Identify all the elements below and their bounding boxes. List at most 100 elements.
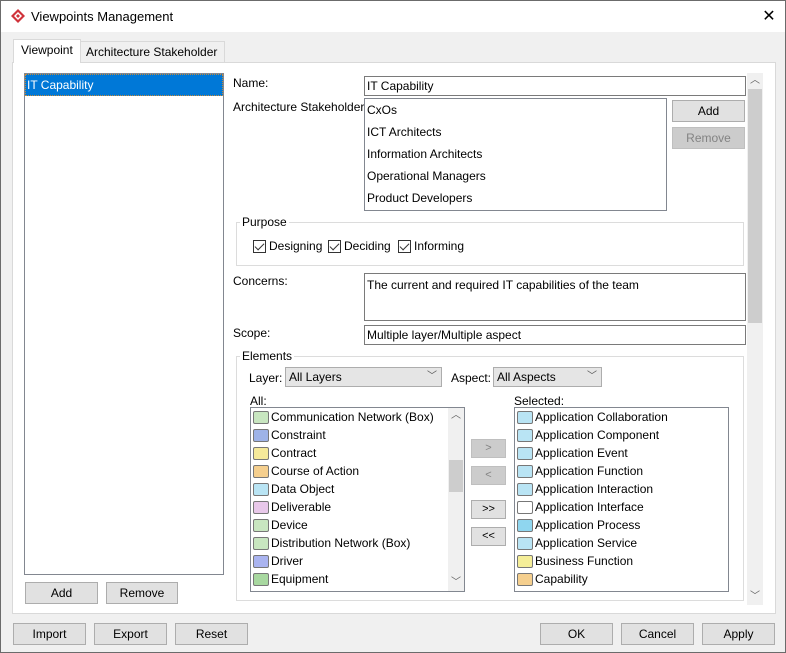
cancel-button[interactable]: Cancel	[621, 623, 694, 645]
application-collaboration-icon	[517, 410, 533, 424]
checkbox-checked-icon[interactable]	[398, 239, 411, 253]
aspect-value: All Aspects	[497, 370, 556, 384]
checkbox-checked-icon[interactable]	[328, 239, 341, 253]
stakeholder-item[interactable]: Product Developers	[365, 187, 666, 209]
move-left-button[interactable]: <	[471, 466, 506, 485]
add-stakeholder-button[interactable]: Add	[672, 100, 745, 122]
stakeholder-item[interactable]: Information Architects	[365, 143, 666, 165]
name-input[interactable]: IT Capability	[364, 76, 746, 96]
constraint-icon	[253, 428, 269, 442]
export-button[interactable]: Export	[94, 623, 167, 645]
viewpoint-list-item[interactable]: IT Capability	[25, 74, 223, 96]
element-label: Deliverable	[271, 500, 332, 514]
tab-architecture-stakeholder[interactable]: Architecture Stakeholder	[78, 41, 226, 63]
move-all-right-button[interactable]: >>	[471, 500, 506, 519]
element-label: Capability	[535, 572, 588, 586]
close-icon[interactable]: ✕	[759, 7, 779, 27]
element-list-item[interactable]: Application Collaboration	[515, 408, 728, 426]
element-list-item[interactable]: Contract	[251, 444, 464, 462]
all-elements-list[interactable]: Communication Network (Box) Constraint Con…	[250, 407, 465, 592]
device-icon	[253, 518, 269, 532]
chevron-down-icon: ﹀	[427, 371, 437, 382]
form-scrollbar[interactable]: ︿ ﹀	[747, 73, 763, 605]
scrollbar-thumb[interactable]	[748, 89, 762, 323]
stakeholders-label: Architecture Stakeholders:	[233, 100, 374, 114]
informing-label: Informing	[414, 239, 465, 253]
element-label: Equipment	[271, 572, 329, 586]
designing-checkbox[interactable]: Designing	[253, 239, 322, 253]
element-label: Application Function	[535, 464, 644, 478]
ok-button[interactable]: OK	[540, 623, 613, 645]
application-interface-icon	[517, 500, 533, 514]
element-label: Driver	[271, 554, 303, 568]
element-list-item[interactable]: Course of Action	[251, 462, 464, 480]
distribution-network-icon	[253, 536, 269, 550]
deliverable-icon	[253, 500, 269, 514]
remove-stakeholder-button[interactable]: Remove	[672, 127, 745, 149]
element-list-item[interactable]: Business Function	[515, 552, 728, 570]
scroll-up-icon[interactable]: ︿	[448, 408, 464, 424]
application-service-icon	[517, 536, 533, 550]
stakeholder-item[interactable]: CxOs	[365, 99, 666, 121]
concerns-label: Concerns:	[233, 274, 288, 288]
selected-elements-list[interactable]: Application Collaboration Application Com…	[514, 407, 729, 592]
element-label: Distribution Network (Box)	[271, 536, 411, 550]
selected-label: Selected:	[514, 394, 565, 408]
element-label: Business Function	[535, 554, 634, 568]
element-list-item[interactable]: Communication Network (Box)	[251, 408, 464, 426]
element-list-item[interactable]: Application Interface	[515, 498, 728, 516]
element-label: Constraint	[271, 428, 326, 442]
viewpoints-management-dialog: Viewpoints Management ✕ Viewpoint Archit…	[0, 0, 786, 653]
concerns-textarea[interactable]: The current and required IT capabilities…	[364, 273, 746, 321]
layer-label: Layer:	[249, 371, 283, 385]
element-label: Application Interaction	[535, 482, 654, 496]
add-viewpoint-button[interactable]: Add	[25, 582, 98, 604]
stakeholder-item[interactable]: Operational Managers	[365, 165, 666, 187]
viewpoint-list[interactable]: IT Capability	[24, 73, 224, 575]
aspect-label: Aspect:	[451, 371, 492, 385]
deciding-checkbox[interactable]: Deciding	[328, 239, 391, 253]
informing-checkbox[interactable]: Informing	[398, 239, 464, 253]
element-list-item[interactable]: Device	[251, 516, 464, 534]
element-list-item[interactable]: Driver	[251, 552, 464, 570]
element-list-item[interactable]: Constraint	[251, 426, 464, 444]
scroll-down-icon[interactable]: ﹀	[448, 575, 464, 591]
element-list-item[interactable]: Capability	[515, 570, 728, 588]
scroll-down-icon[interactable]: ﹀	[747, 589, 763, 605]
element-list-item[interactable]: Application Event	[515, 444, 728, 462]
checkbox-checked-icon[interactable]	[253, 239, 266, 253]
stakeholder-item[interactable]: ICT Architects	[365, 121, 666, 143]
element-list-item[interactable]: Application Component	[515, 426, 728, 444]
app-logo-icon	[11, 9, 25, 23]
move-right-button[interactable]: >	[471, 439, 506, 458]
layer-dropdown[interactable]: All Layers ﹀	[285, 367, 442, 387]
all-list-scrollbar[interactable]: ︿ ﹀	[448, 408, 464, 591]
name-label: Name:	[233, 76, 269, 90]
application-function-icon	[517, 464, 533, 478]
element-list-item[interactable]: Application Function	[515, 462, 728, 480]
driver-icon	[253, 554, 269, 568]
scroll-up-icon[interactable]: ︿	[747, 73, 763, 89]
element-list-item[interactable]: Application Service	[515, 534, 728, 552]
scrollbar-thumb[interactable]	[449, 460, 463, 492]
element-list-item[interactable]: Data Object	[251, 480, 464, 498]
element-label: Application Event	[535, 446, 628, 460]
element-list-item[interactable]: Distribution Network (Box)	[251, 534, 464, 552]
scope-input[interactable]: Multiple layer/Multiple aspect	[364, 325, 746, 345]
elements-title: Elements	[240, 349, 295, 363]
element-list-item[interactable]: Deliverable	[251, 498, 464, 516]
stakeholders-list[interactable]: CxOs ICT Architects Information Architec…	[364, 98, 667, 211]
purpose-title: Purpose	[240, 215, 289, 229]
tab-viewpoint[interactable]: Viewpoint	[13, 39, 81, 63]
move-all-left-button[interactable]: <<	[471, 527, 506, 546]
import-button[interactable]: Import	[13, 623, 86, 645]
aspect-dropdown[interactable]: All Aspects ﹀	[493, 367, 602, 387]
element-label: Application Service	[535, 536, 638, 550]
communication-network-icon	[253, 410, 269, 424]
apply-button[interactable]: Apply	[702, 623, 775, 645]
element-list-item[interactable]: Application Interaction	[515, 480, 728, 498]
reset-button[interactable]: Reset	[175, 623, 248, 645]
element-list-item[interactable]: Application Process	[515, 516, 728, 534]
element-list-item[interactable]: Equipment	[251, 570, 464, 588]
remove-viewpoint-button[interactable]: Remove	[106, 582, 178, 604]
